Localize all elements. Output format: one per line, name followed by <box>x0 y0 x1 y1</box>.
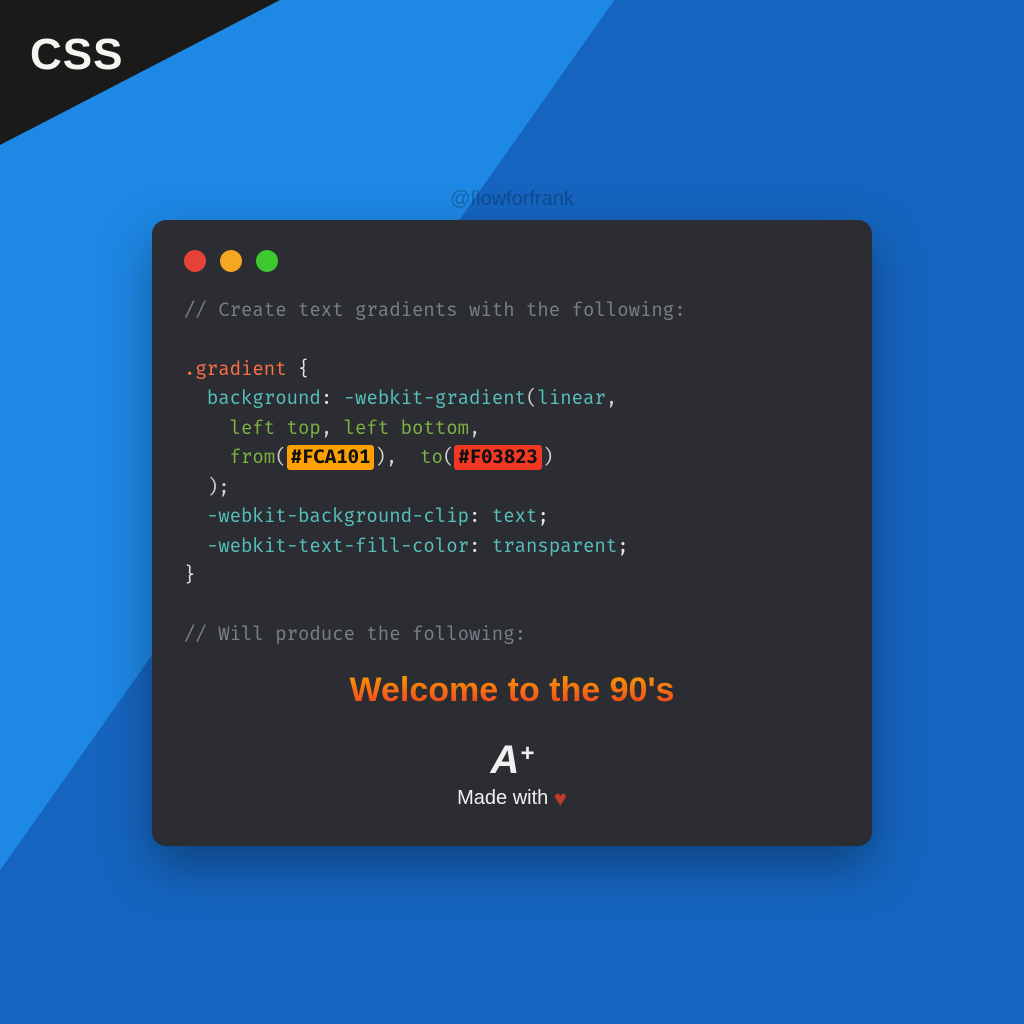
logo-plus-icon: + <box>520 742 533 766</box>
code-block: // Create text gradients with the follow… <box>184 296 840 649</box>
maximize-icon[interactable] <box>256 250 278 272</box>
code-prop-bgclip: -webkit-background-clip <box>207 505 469 528</box>
watermark: @flowforfrank <box>450 188 574 211</box>
gradient-result-text: Welcome to the 90's <box>184 671 840 710</box>
made-with-text: Made with <box>457 787 548 809</box>
code-left-top: left top <box>230 417 321 440</box>
code-val-bgclip: text <box>492 505 538 528</box>
footer-logo-block: A+ Made with ♥ <box>184 740 840 812</box>
corner-badge-label: CSS <box>30 30 123 80</box>
code-prop-background: background <box>207 387 321 410</box>
code-comment: // Create text gradients with the follow… <box>184 299 686 322</box>
code-linear: linear <box>537 387 605 410</box>
color-swatch-to: #F03823 <box>454 445 542 470</box>
code-selector: .gradient <box>184 358 287 381</box>
code-to-fn: to <box>420 446 443 469</box>
window-controls <box>184 250 840 272</box>
made-with-line: Made with ♥ <box>184 786 840 812</box>
code-from-fn: from <box>230 446 276 469</box>
code-window: // Create text gradients with the follow… <box>152 220 872 846</box>
code-left-bottom: left bottom <box>344 417 469 440</box>
minimize-icon[interactable] <box>220 250 242 272</box>
color-swatch-from: #FCA101 <box>287 445 375 470</box>
heart-icon: ♥ <box>554 786 567 811</box>
logo-letter: A <box>491 740 519 780</box>
code-fn-gradient: -webkit-gradient <box>344 387 526 410</box>
code-prop-fill: -webkit-text-fill-color <box>207 535 469 558</box>
code-comment-2: // Will produce the following: <box>184 623 526 646</box>
logo-mark: A+ <box>491 740 534 780</box>
code-val-fill: transparent <box>492 535 617 558</box>
close-icon[interactable] <box>184 250 206 272</box>
